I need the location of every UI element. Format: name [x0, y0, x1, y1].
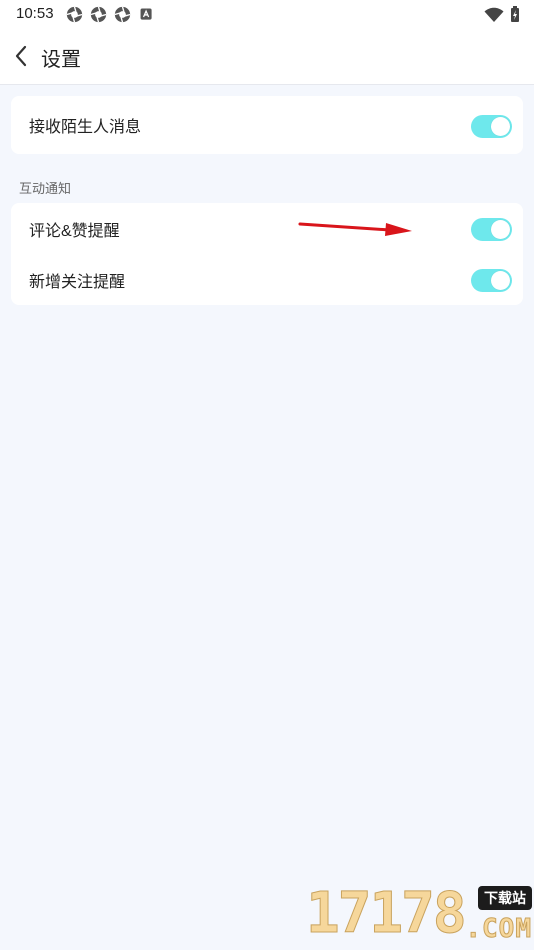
notification-icons	[66, 6, 155, 23]
status-time: 10:53	[16, 5, 54, 22]
wifi-icon	[484, 7, 504, 22]
watermark-suffix: .COM	[465, 914, 532, 945]
stranger-messages-row: 接收陌生人消息	[11, 96, 523, 154]
section-title: 互动通知	[19, 181, 72, 196]
stranger-messages-label: 接收陌生人消息	[29, 119, 142, 136]
new-follower-reminder-label: 新增关注提醒	[29, 274, 126, 291]
toggle-knob	[491, 220, 510, 239]
toggle-knob	[491, 117, 510, 136]
status-bar: 10:53	[0, 0, 534, 28]
a-box-icon	[140, 8, 152, 20]
page-title: 设置	[41, 49, 81, 71]
chevron-left-icon[interactable]	[12, 44, 32, 68]
interaction-notifications-card: 评论&赞提醒 新增关注提醒	[11, 203, 523, 305]
status-right	[484, 6, 520, 23]
aperture-icon	[114, 6, 131, 23]
stranger-messages-toggle[interactable]	[471, 115, 512, 138]
list-item: 新增关注提醒	[11, 255, 523, 305]
watermark-number: 17178	[306, 881, 468, 946]
watermark-badge: 下载站	[478, 886, 532, 910]
toggle-knob	[491, 271, 510, 290]
stranger-settings-card: 接收陌生人消息	[11, 96, 523, 154]
app-header: 设置	[0, 28, 534, 85]
annotation-arrow-icon	[298, 222, 412, 236]
aperture-icon	[66, 6, 83, 23]
comment-like-reminder-toggle[interactable]	[471, 218, 512, 241]
watermark: 17178 下载站 .COM	[306, 882, 532, 948]
list-item: 评论&赞提醒	[11, 203, 523, 255]
aperture-icon	[90, 6, 107, 23]
new-follower-reminder-toggle[interactable]	[471, 269, 512, 292]
comment-like-reminder-label: 评论&赞提醒	[29, 223, 120, 240]
battery-charging-icon	[511, 6, 519, 22]
